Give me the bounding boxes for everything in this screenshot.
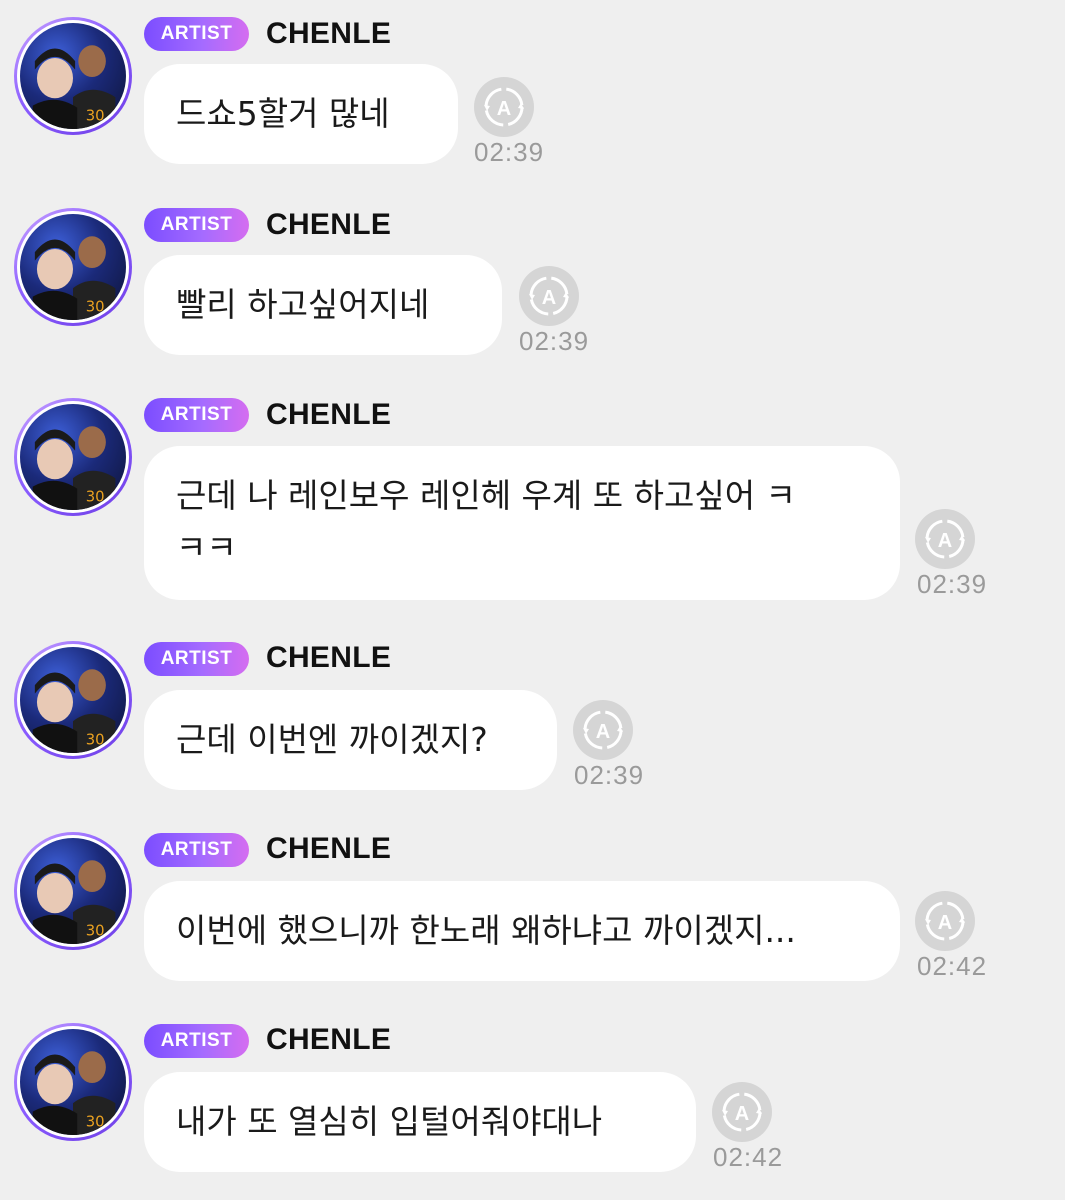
message-time: 02:42 [713,1142,784,1172]
chat-message: 30 ARTIST CHENLE 내가 또 열심히 입털어줘야대나 A 02:4… [0,0,1065,1200]
profile-photo: 30 [20,1029,126,1135]
svg-text:A: A [735,1103,749,1125]
artist-badge: ARTIST [144,1024,249,1058]
avatar[interactable]: 30 [14,1023,132,1141]
sender-name: CHENLE [266,1023,392,1056]
message-bubble[interactable]: 내가 또 열심히 입털어줘야대나 [144,1072,696,1172]
replay-icon[interactable]: A [712,1082,772,1142]
svg-text:30: 30 [86,1114,105,1131]
